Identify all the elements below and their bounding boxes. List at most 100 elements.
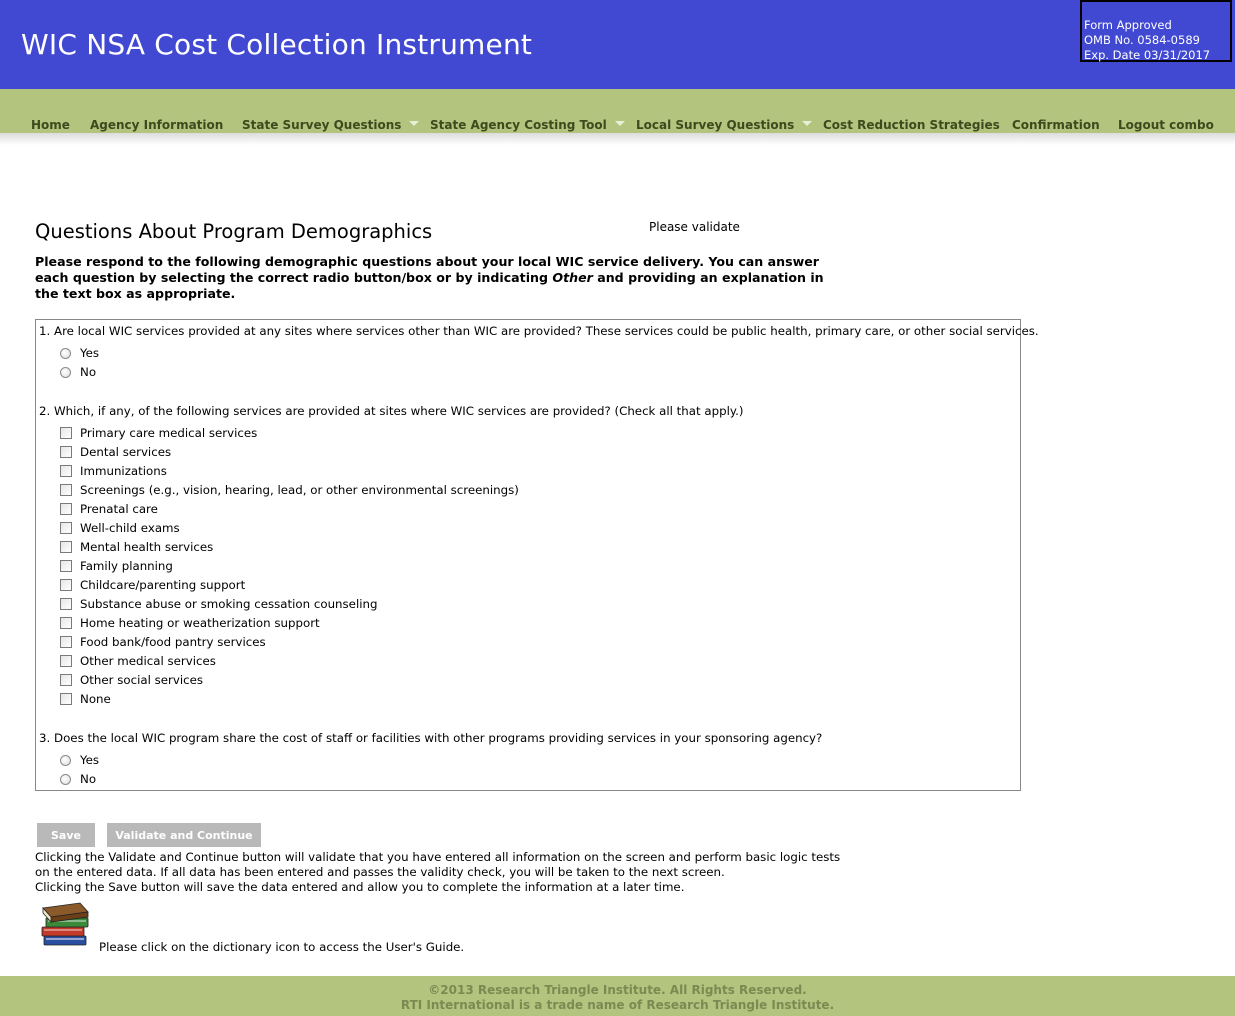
q3-no-radio[interactable] [60, 773, 71, 785]
nav-cost-reduction-strategies-label: Cost Reduction Strategies [823, 118, 1000, 132]
q1-option-yes[interactable]: Yes [60, 344, 99, 362]
q2-option-label: Family planning [80, 559, 173, 573]
q2-option[interactable]: Mental health services [60, 538, 213, 556]
q2-option[interactable]: Well-child exams [60, 519, 180, 537]
nav-agency-information[interactable]: Agency Information [90, 118, 223, 132]
q1-yes-label: Yes [80, 346, 100, 360]
q2-checkbox[interactable] [60, 541, 72, 553]
nav-home[interactable]: Home [31, 118, 70, 132]
q2-checkbox[interactable] [60, 655, 72, 667]
q2-option[interactable]: Substance abuse or smoking cessation cou… [60, 595, 377, 613]
q2-option[interactable]: Other social services [60, 671, 203, 689]
q2-checkbox[interactable] [60, 636, 72, 648]
nav-shadow [0, 133, 1235, 145]
q2-option[interactable]: None [60, 690, 111, 708]
q3-yes-radio[interactable] [60, 754, 71, 766]
validate-continue-button[interactable]: Validate and Continue [107, 823, 261, 847]
q3-yes-label: Yes [80, 753, 100, 767]
footer-copyright: ©2013 Research Triangle Institute. All R… [428, 983, 807, 997]
q2-checkbox[interactable] [60, 598, 72, 610]
q2-option-label: Immunizations [80, 464, 167, 478]
question-2-text: 2. Which, if any, of the following servi… [39, 404, 744, 418]
question-3-text: 3. Does the local WIC program share the … [39, 731, 823, 745]
q2-option[interactable]: Primary care medical services [60, 424, 257, 442]
q2-option[interactable]: Food bank/food pantry services [60, 633, 266, 651]
validate-notice: Please validate [649, 220, 740, 234]
nav-local-survey-questions[interactable]: Local Survey Questions [636, 118, 813, 132]
user-guide-note: Please click on the dictionary icon to a… [99, 940, 465, 954]
q2-option-label: Mental health services [80, 540, 214, 554]
nav-state-survey-questions-label: State Survey Questions [242, 118, 402, 132]
q2-option[interactable]: Other medical services [60, 652, 216, 670]
page-header: WIC NSA Cost Collection Instrument Form … [0, 0, 1235, 89]
nav-confirmation[interactable]: Confirmation [1012, 118, 1100, 132]
caret-down-icon [802, 121, 813, 126]
q1-option-no[interactable]: No [60, 363, 96, 381]
q2-checkbox[interactable] [60, 427, 72, 439]
q1-yes-radio[interactable] [60, 347, 71, 359]
q2-option-label: Other medical services [80, 654, 216, 668]
q2-option-label: Prenatal care [80, 502, 158, 516]
nav-agency-information-label: Agency Information [90, 118, 224, 132]
q2-option[interactable]: Dental services [60, 443, 171, 461]
nav-local-survey-questions-label: Local Survey Questions [636, 118, 795, 132]
page-title: Questions About Program Demographics [35, 220, 433, 243]
question-1-text: 1. Are local WIC services provided at an… [39, 324, 1039, 338]
q2-checkbox[interactable] [60, 465, 72, 477]
q2-option[interactable]: Family planning [60, 557, 173, 575]
q2-checkbox[interactable] [60, 579, 72, 591]
intro-text-other: Other [552, 270, 593, 285]
caret-down-icon [614, 121, 625, 126]
q1-no-radio[interactable] [60, 366, 71, 378]
q2-option-label: Primary care medical services [80, 426, 258, 440]
q2-checkbox[interactable] [60, 674, 72, 686]
q2-option-label: Food bank/food pantry services [80, 635, 266, 649]
q2-option-label: Substance abuse or smoking cessation cou… [80, 597, 378, 611]
q2-option-label: Dental services [80, 445, 172, 459]
help-save-text: Clicking the Save button will save the d… [35, 880, 685, 894]
q2-option-label: Other social services [80, 673, 204, 687]
nav-state-agency-costing-tool[interactable]: State Agency Costing Tool [430, 118, 625, 132]
q2-checkbox[interactable] [60, 560, 72, 572]
q2-option[interactable]: Prenatal care [60, 500, 158, 518]
omb-line-number: OMB No. 0584-0589 [1084, 33, 1200, 47]
q2-option[interactable]: Childcare/parenting support [60, 576, 245, 594]
q2-option-label: Screenings (e.g., vision, hearing, lead,… [80, 483, 519, 497]
q2-option-label: Childcare/parenting support [80, 578, 246, 592]
omb-line-expiration: Exp. Date 03/31/2017 [1084, 48, 1211, 62]
nav-cost-reduction-strategies[interactable]: Cost Reduction Strategies [823, 118, 1000, 132]
q2-checkbox[interactable] [60, 522, 72, 534]
q2-option[interactable]: Home heating or weatherization support [60, 614, 320, 632]
page-footer: ©2013 Research Triangle Institute. All R… [0, 976, 1235, 1016]
nav-logout[interactable]: Logout combo [1118, 118, 1214, 132]
q3-option-yes[interactable]: Yes [60, 751, 99, 769]
q2-checkbox[interactable] [60, 503, 72, 515]
q2-checkbox[interactable] [60, 446, 72, 458]
q3-option-no[interactable]: No [60, 770, 96, 788]
q2-option[interactable]: Immunizations [60, 462, 167, 480]
q2-checkbox[interactable] [60, 693, 72, 705]
nav-state-agency-costing-tool-label: State Agency Costing Tool [430, 118, 607, 132]
q1-no-label: No [80, 365, 97, 379]
nav-state-survey-questions[interactable]: State Survey Questions [242, 118, 420, 132]
q2-option-label: None [80, 692, 111, 706]
q3-no-label: No [80, 772, 97, 786]
q2-checkbox[interactable] [60, 617, 72, 629]
omb-line-approved: Form Approved [1084, 18, 1172, 32]
q2-checkbox[interactable] [60, 484, 72, 496]
nav-confirmation-label: Confirmation [1012, 118, 1100, 132]
q2-option[interactable]: Screenings (e.g., vision, hearing, lead,… [60, 481, 519, 499]
app-title: WIC NSA Cost Collection Instrument [21, 28, 533, 61]
help-validate-text: Clicking the Validate and Continue butto… [35, 850, 841, 879]
nav-home-label: Home [31, 118, 70, 132]
caret-down-icon [409, 121, 420, 126]
q2-option-label: Well-child exams [80, 521, 180, 535]
help-text: Clicking the Validate and Continue butto… [35, 850, 855, 895]
books-dictionary-icon[interactable] [40, 900, 92, 948]
intro-instructions: Please respond to the following demograp… [35, 254, 845, 302]
save-button[interactable]: Save [37, 823, 95, 847]
omb-approval-box: Form Approved OMB No. 0584-0589 Exp. Dat… [1080, 0, 1232, 62]
q2-option-label: Home heating or weatherization support [80, 616, 320, 630]
footer-tradename: RTI International is a trade name of Res… [400, 998, 835, 1012]
nav-logout-label: Logout combo [1118, 118, 1214, 132]
